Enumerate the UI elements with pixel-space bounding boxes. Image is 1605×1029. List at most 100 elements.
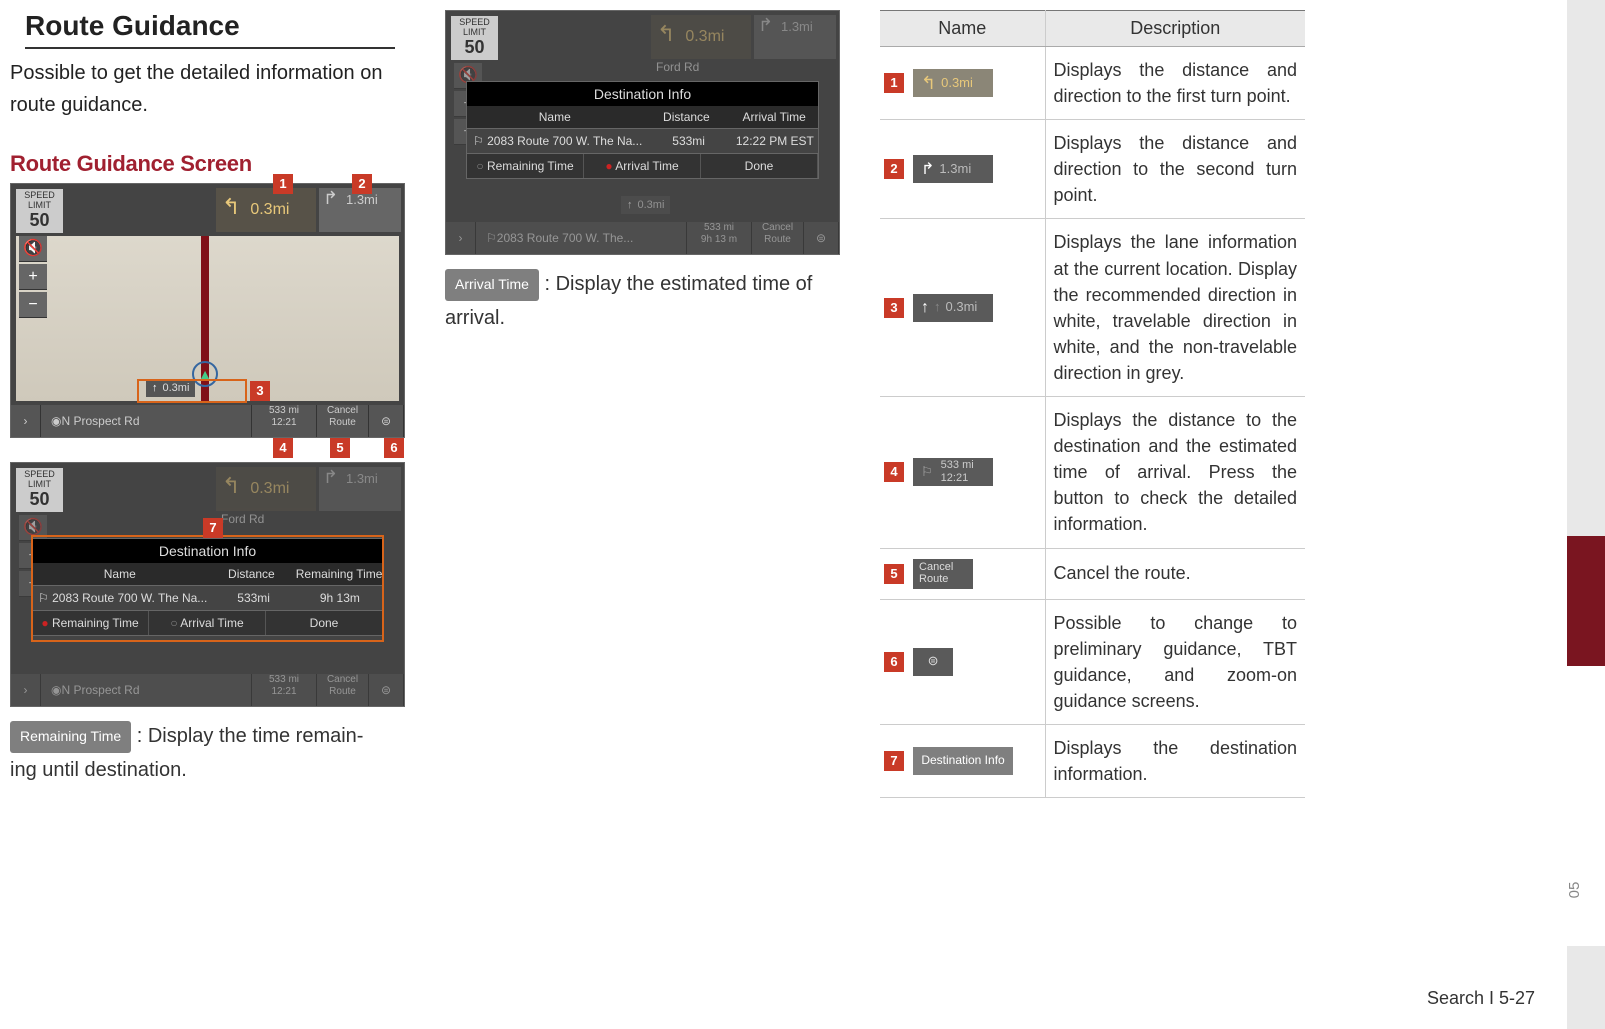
- first-turn-dim: ↰ 0.3mi: [651, 15, 751, 59]
- arrival-time-radio[interactable]: Arrival Time: [584, 154, 701, 178]
- right-turn-icon: ↱: [319, 463, 342, 491]
- second-turn-dim: ↱ 1.3mi: [754, 15, 836, 59]
- expand-button[interactable]: ›: [11, 405, 41, 437]
- remaining-time-description: Remaining Time : Display the time remain…: [10, 719, 410, 787]
- page-footer: Search I 5-27: [1427, 988, 1535, 1009]
- table-row: 4 ⚐ 533 mi 12:21 Displays the distance t…: [880, 397, 1305, 548]
- second-turn-chip: ↱ 1.3mi: [913, 155, 993, 183]
- badge-3: 3: [884, 298, 904, 318]
- table-row: 2 ↱ 1.3mi Displays the distance and dire…: [880, 120, 1305, 219]
- bottom-info-bar: › ◉ N Prospect Rd 533 mi 12:21 Cancel Ro…: [11, 405, 404, 437]
- second-turn-dist: 1.3mi: [346, 192, 378, 207]
- badge-2: 2: [884, 159, 904, 179]
- done-button[interactable]: Done: [701, 154, 818, 178]
- speed-limit-sign-2: SPEED LIMIT 50: [16, 468, 63, 512]
- destination-info-arrival-screenshot: SPEED LIMIT 50 ↰ 0.3mi ↱ 1.3mi Ford Rd 🔇…: [445, 10, 840, 255]
- desc-6: Possible to change to preliminary guidan…: [1045, 599, 1305, 724]
- cancel-line1: Cancel: [327, 405, 358, 417]
- col-time: Arrival Time: [730, 110, 818, 124]
- speed-limit-sign-3: SPEED LIMIT 50: [451, 16, 498, 60]
- destination-info-popup-2: Destination Info Name Distance Arrival T…: [466, 81, 819, 179]
- dist: 1.3mi: [346, 471, 378, 486]
- current-road: N Prospect Rd: [61, 683, 139, 697]
- arrival-time-pill: Arrival Time: [445, 269, 539, 301]
- desc-b: arrival.: [445, 307, 505, 329]
- callout-box-7: [31, 535, 384, 642]
- lane-dist: 0.3mi: [638, 199, 665, 211]
- col-name: Name: [467, 110, 643, 124]
- second-turn-panel: ↱ 1.3mi: [319, 188, 401, 232]
- chip-line2: Route: [919, 573, 948, 585]
- speed-value: 50: [16, 211, 63, 231]
- arrival-time-description: Arrival Time : Display the estimated tim…: [445, 267, 845, 335]
- eta-time: 12:21: [271, 686, 296, 698]
- table-row: 3 ↑ ↑ 0.3mi Displays the lane infor­mati…: [880, 219, 1305, 397]
- flag-icon: ⚐: [921, 463, 933, 482]
- dist: 0.3mi: [250, 480, 289, 497]
- road-label: Ford Rd: [221, 512, 264, 526]
- remaining-time-radio[interactable]: Remaining Time: [467, 154, 584, 178]
- eta-dist: 533 mi: [269, 405, 299, 417]
- map-area: ↑ 0.3mi: [16, 236, 399, 401]
- table-row: 1 ↰ 0.3mi Displays the distance and dire…: [880, 47, 1305, 120]
- cancel: Cancel: [327, 674, 358, 686]
- desc-b: ing until destination.: [10, 759, 187, 781]
- desc-3: Displays the lane infor­mation at the cu…: [1045, 219, 1305, 397]
- table-row: 5 Cancel Route Cancel the route.: [880, 548, 1305, 599]
- dest-info-chip: ⚐ 533 mi 12:21: [913, 458, 993, 486]
- eta-dist: 533 mi: [269, 674, 299, 686]
- description-table: Name Description 1 ↰ 0.3mi Displays the …: [880, 10, 1305, 798]
- left-turn-icon: ↰: [651, 15, 681, 53]
- eta-time: 9h 13 m: [701, 234, 737, 246]
- destination-info-button[interactable]: 533 mi 12:21: [252, 405, 317, 437]
- remaining-time-pill: Remaining Time: [10, 721, 131, 753]
- callout-7: 7: [203, 518, 223, 538]
- intro-text: Possible to get the detailed information…: [10, 57, 410, 121]
- chip-label: 0.3mi: [941, 74, 973, 93]
- badge-7: 7: [884, 751, 904, 771]
- callout-box-3: [137, 379, 247, 403]
- callout-5: 5: [330, 438, 350, 458]
- up-arrow-icon: ↑: [921, 296, 929, 319]
- desc-2: Displays the distance and direction to t…: [1045, 120, 1305, 219]
- compass-icon: ◉: [51, 414, 61, 428]
- route: Route: [329, 686, 356, 698]
- zoom-out-button[interactable]: −: [19, 292, 47, 318]
- current-road-label: N Prospect Rd: [61, 414, 139, 428]
- d: 1.3mi: [781, 19, 813, 34]
- bottom-info-bar-3: › ⚐ 2083 Route 700 W. The... 533 mi 9h 1…: [446, 222, 839, 254]
- first-turn-chip: ↰ 0.3mi: [913, 69, 993, 97]
- flag-icon: ⚐: [486, 231, 497, 245]
- desc-a: : Display the estimated time of: [539, 273, 812, 295]
- d: 0.3mi: [685, 28, 724, 45]
- right-turn-icon: ↱: [921, 158, 934, 181]
- route: Route: [764, 234, 791, 246]
- zoom-controls: 🔇 + −: [19, 236, 47, 320]
- page-title: Route Guidance: [25, 10, 395, 49]
- zoom-in-button[interactable]: +: [19, 264, 47, 290]
- header-description: Description: [1045, 11, 1305, 47]
- badge-6: 6: [884, 652, 904, 672]
- dest-name: 2083 Route 700 W. The Na...: [487, 134, 642, 148]
- first-turn-dist: 0.3mi: [250, 201, 289, 218]
- desc-4: Displays the distance to the destination…: [1045, 397, 1305, 548]
- badge-4: 4: [884, 462, 904, 482]
- callout-6: 6: [384, 438, 404, 458]
- chip-label: 0.3mi: [946, 298, 978, 317]
- road-label: Ford Rd: [656, 60, 699, 74]
- desc-5: Cancel the route.: [1045, 548, 1305, 599]
- speed-limit-sign: SPEED LIMIT 50: [16, 189, 63, 233]
- view-mode-button[interactable]: ⊜: [369, 405, 404, 437]
- mute-button[interactable]: 🔇: [19, 236, 47, 262]
- right-turn-icon: ↱: [754, 11, 777, 39]
- cancel-line2: Route: [329, 417, 356, 429]
- left-turn-icon: ↰: [216, 467, 246, 505]
- expand-icon: ›: [11, 674, 41, 706]
- chip-line2: 12:21: [941, 472, 974, 485]
- view-mode-chip: ⊜: [913, 648, 953, 676]
- header-name: Name: [880, 11, 1045, 47]
- cancel-route-button[interactable]: Cancel Route: [317, 405, 369, 437]
- bottom-info-bar-dim: › ◉ N Prospect Rd 533 mi 12:21 Cancel Ro…: [11, 674, 404, 706]
- badge-1: 1: [884, 73, 904, 93]
- desc-7: Displays the destina­tion information.: [1045, 724, 1305, 797]
